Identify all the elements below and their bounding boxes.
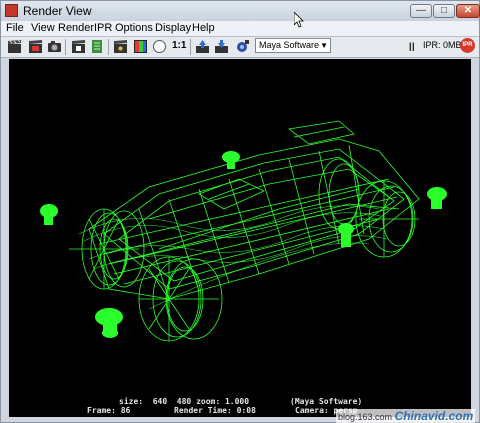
title-bar[interactable]: Render View — □ ✕ xyxy=(1,1,480,21)
renderer-value: Maya Software xyxy=(259,40,320,50)
menu-render[interactable]: Render xyxy=(58,22,94,34)
close-button[interactable]: ✕ xyxy=(456,4,480,18)
wireframe-car-render xyxy=(40,120,447,342)
clapper-icon[interactable] xyxy=(7,39,22,54)
film-clapper-icon[interactable] xyxy=(113,39,128,54)
snapshot-icon[interactable] xyxy=(47,39,62,54)
maximize-button[interactable]: □ xyxy=(433,4,455,18)
menu-bar: File View Render IPR Options Display Hel… xyxy=(1,21,479,37)
toolbar-separator xyxy=(108,39,109,55)
chevron-down-icon: ▼ xyxy=(320,41,328,50)
render-settings-icon[interactable] xyxy=(235,39,250,54)
frame-number: Frame: 86 xyxy=(87,406,131,415)
render-viewport[interactable]: size: 640 480 zoom: 1.000 (Maya Software… xyxy=(9,59,471,417)
window-title: Render View xyxy=(23,4,92,18)
refresh-icon[interactable] xyxy=(90,39,105,54)
render-view-window: Render View — □ ✕ File View Render IPR O… xyxy=(0,0,480,423)
renderer-dropdown[interactable]: Maya Software ▼ xyxy=(255,38,331,53)
render-region-icon[interactable] xyxy=(28,39,43,54)
toolbar: 1:1 xyxy=(1,37,479,58)
minimize-button[interactable]: — xyxy=(410,4,432,18)
toolbar-separator xyxy=(65,39,66,55)
menu-options[interactable]: Options xyxy=(115,22,153,34)
one-to-one-button[interactable]: 1:1 xyxy=(172,40,186,51)
renderer-tag: (Maya Software) xyxy=(290,397,363,406)
render-time: Render Time: 0:08 xyxy=(174,406,256,415)
ipr-memory-status: IPR: 0MB xyxy=(423,40,462,50)
pause-icon[interactable]: | | xyxy=(409,41,414,51)
ipr-clapper-icon[interactable] xyxy=(71,39,86,54)
maya-app-icon xyxy=(5,4,18,17)
toolbar-separator xyxy=(190,39,191,55)
watermark-url: blog.163.com xyxy=(338,412,393,422)
menu-display[interactable]: Display xyxy=(155,22,191,34)
watermark-brand: Chinavid.com xyxy=(394,409,474,423)
rgb-channels-icon[interactable] xyxy=(133,39,148,54)
menu-ipr[interactable]: IPR xyxy=(94,22,112,34)
menu-help[interactable]: Help xyxy=(192,22,215,34)
keep-image-icon[interactable] xyxy=(195,39,210,54)
menu-file[interactable]: File xyxy=(6,22,24,34)
watermark: blog.163.com Chinavid.com xyxy=(336,409,476,423)
alpha-channel-icon[interactable] xyxy=(152,39,167,54)
render-size-info: size: 640 480 zoom: 1.000 xyxy=(119,397,250,406)
mouse-cursor-icon xyxy=(294,12,304,28)
remove-image-icon[interactable] xyxy=(214,39,229,54)
ipr-stop-button[interactable]: IPR xyxy=(460,38,475,53)
menu-view[interactable]: View xyxy=(31,22,55,34)
